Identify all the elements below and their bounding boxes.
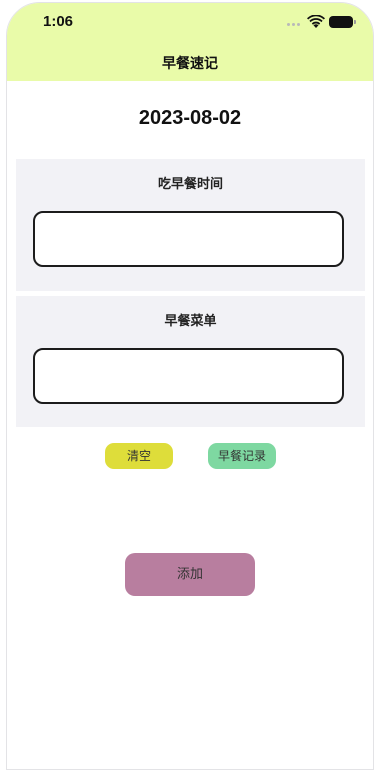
page-title: 早餐速记 bbox=[162, 56, 218, 72]
header-bar: 1:06 早餐速记 bbox=[7, 3, 373, 81]
breakfast-time-card: 吃早餐时间 bbox=[16, 159, 365, 291]
add-button[interactable]: 添加 bbox=[125, 553, 255, 596]
breakfast-record-button[interactable]: 早餐记录 bbox=[208, 443, 276, 469]
phone-screen: 1:06 早餐速记 2023-08-02 吃早餐时间 早餐菜单 清空 早餐记录 … bbox=[6, 2, 374, 770]
breakfast-time-input[interactable] bbox=[33, 211, 344, 267]
status-time: 1:06 bbox=[43, 13, 74, 30]
breakfast-menu-input[interactable] bbox=[33, 348, 344, 404]
signal-dots-icon bbox=[287, 23, 303, 27]
battery-tip-icon bbox=[354, 20, 356, 24]
breakfast-menu-card: 早餐菜单 bbox=[16, 296, 365, 427]
wifi-icon bbox=[307, 15, 325, 28]
breakfast-time-label: 吃早餐时间 bbox=[157, 177, 223, 192]
battery-icon bbox=[329, 16, 353, 28]
clear-button[interactable]: 清空 bbox=[105, 443, 173, 469]
breakfast-menu-label: 早餐菜单 bbox=[164, 314, 217, 329]
date-label: 2023-08-02 bbox=[138, 107, 242, 129]
